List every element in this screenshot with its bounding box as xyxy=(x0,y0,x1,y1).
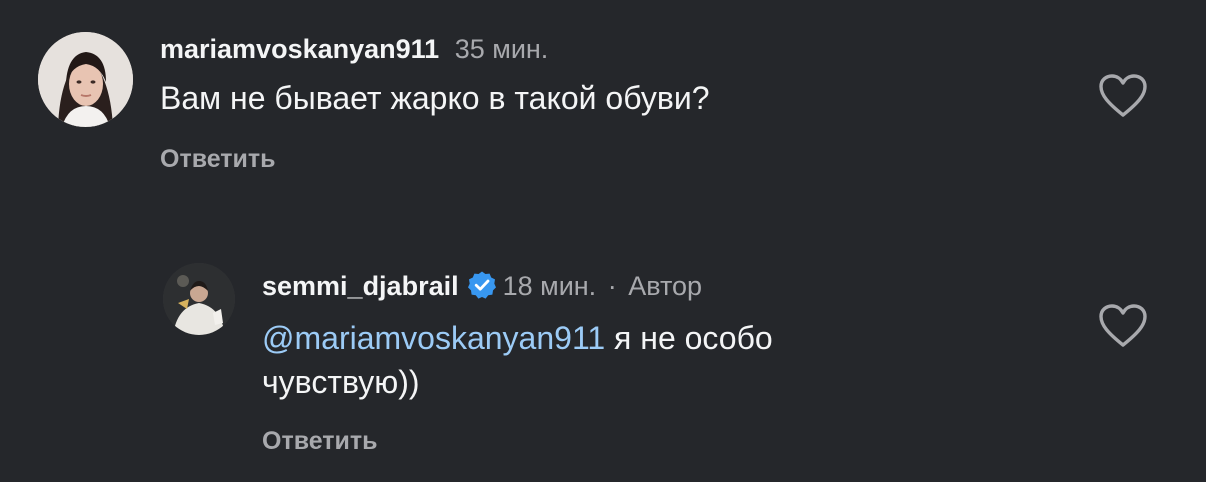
comment-text-line: чувствую)) xyxy=(262,364,420,400)
comment-text: Вам не бывает жарко в такой обуви? xyxy=(160,76,709,120)
mention-link[interactable]: @mariamvoskanyan911 xyxy=(262,320,605,356)
comment-text-body: Вам не бывает жарко в такой обуви? xyxy=(160,80,710,116)
timestamp: 35 мин. xyxy=(454,34,549,64)
avatar[interactable] xyxy=(163,263,235,335)
comment-meta: mariamvoskanyan911 35 мин. xyxy=(160,32,548,66)
username[interactable]: mariamvoskanyan911 xyxy=(160,34,439,64)
heart-outline-icon[interactable] xyxy=(1098,303,1148,349)
comment-text-body: я не особо xyxy=(605,320,773,356)
timestamp: 18 мин. xyxy=(502,271,597,301)
comment-text: @mariamvoskanyan911 я не особо чувствую)… xyxy=(262,316,773,404)
author-label: Автор xyxy=(628,271,703,301)
username[interactable]: semmi_djabrail xyxy=(262,271,459,301)
comment-text-line: @mariamvoskanyan911 я не особо xyxy=(262,316,773,360)
verified-badge-icon xyxy=(467,271,496,299)
separator-dot: · xyxy=(607,271,617,301)
heart-outline-icon[interactable] xyxy=(1098,73,1148,119)
reply-button[interactable]: Ответить xyxy=(160,144,276,174)
user-avatar-photo-icon xyxy=(163,263,235,335)
user-avatar-photo-icon xyxy=(38,32,133,127)
comment-meta: semmi_djabrail 18 мин. · Автор xyxy=(262,269,702,303)
avatar[interactable] xyxy=(38,32,133,127)
reply-button[interactable]: Ответить xyxy=(262,426,378,456)
